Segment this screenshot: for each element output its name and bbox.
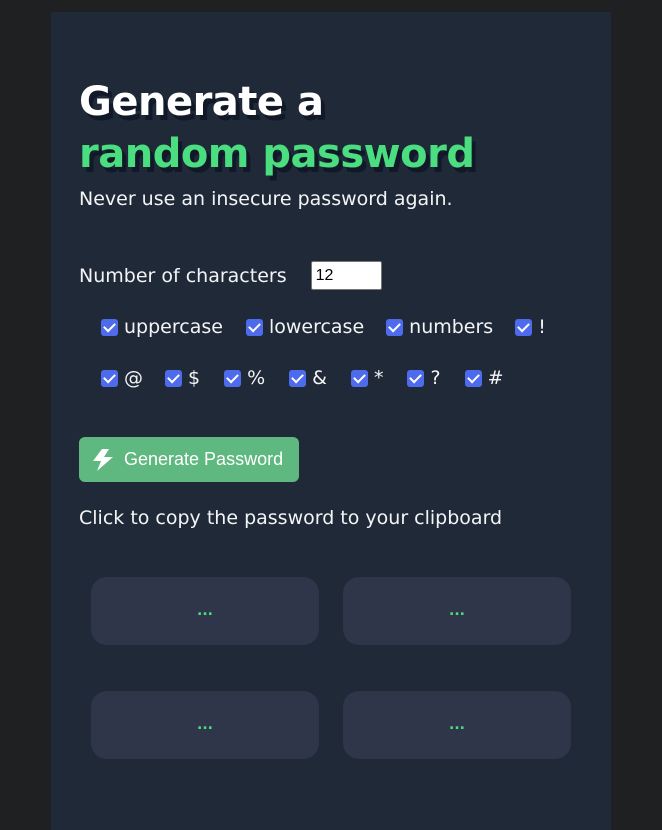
option-label: uppercase — [124, 316, 223, 338]
asterisk-checkbox[interactable] — [350, 369, 368, 387]
copy-hint: Click to copy the password to your clipb… — [79, 507, 503, 529]
ampersand-checkbox[interactable] — [289, 369, 307, 387]
option-label: $ — [188, 367, 201, 389]
option-label: % — [247, 367, 266, 389]
option-label: # — [487, 367, 504, 389]
uppercase-checkbox[interactable] — [101, 318, 118, 336]
length-row: Number of characters — [79, 261, 382, 290]
password-box-4[interactable]: ... — [343, 691, 571, 759]
generate-password-button[interactable]: Generate Password — [79, 437, 299, 482]
option-label: lowercase — [268, 316, 365, 338]
length-input[interactable] — [310, 261, 382, 290]
exclamation-checkbox[interactable] — [515, 318, 533, 336]
length-label: Number of characters — [79, 264, 287, 287]
generator-card: Generate a random password Never use an … — [51, 12, 611, 830]
options-row-1: uppercase lowercase numbers ! — [101, 316, 546, 338]
title-line-1: Generate a — [79, 79, 324, 125]
question-checkbox[interactable] — [407, 369, 425, 387]
option-label: numbers — [409, 316, 494, 338]
lowercase-checkbox[interactable] — [245, 318, 263, 336]
option-numbers[interactable]: numbers — [386, 316, 493, 338]
options-row-2: @ $ % & * ? # — [101, 367, 504, 389]
option-label: @ — [124, 367, 143, 389]
hash-checkbox[interactable] — [464, 369, 482, 387]
subtitle: Never use an insecure password again. — [79, 188, 453, 210]
option-percent[interactable]: % — [224, 367, 265, 389]
option-hash[interactable]: # — [464, 367, 504, 389]
option-label: ? — [430, 367, 441, 389]
option-exclamation[interactable]: ! — [515, 316, 546, 338]
password-box-3[interactable]: ... — [91, 691, 319, 759]
option-dollar[interactable]: $ — [165, 367, 200, 389]
option-uppercase[interactable]: uppercase — [101, 316, 223, 338]
option-label: & — [312, 367, 327, 389]
page-title: Generate a random password — [79, 76, 475, 180]
option-label: * — [373, 367, 384, 389]
dollar-checkbox[interactable] — [165, 369, 182, 387]
option-lowercase[interactable]: lowercase — [245, 316, 365, 338]
title-line-2: random password — [79, 131, 475, 177]
option-label: ! — [538, 316, 546, 338]
password-box-1[interactable]: ... — [91, 577, 319, 645]
percent-checkbox[interactable] — [224, 369, 242, 387]
option-asterisk[interactable]: * — [350, 367, 384, 389]
password-box-2[interactable]: ... — [343, 577, 571, 645]
numbers-checkbox[interactable] — [386, 318, 404, 336]
generate-button-label: Generate Password — [124, 449, 284, 469]
lightning-icon — [88, 447, 118, 473]
option-at[interactable]: @ — [101, 367, 143, 389]
at-checkbox[interactable] — [101, 369, 118, 387]
option-question[interactable]: ? — [407, 367, 441, 389]
option-ampersand[interactable]: & — [289, 367, 327, 389]
